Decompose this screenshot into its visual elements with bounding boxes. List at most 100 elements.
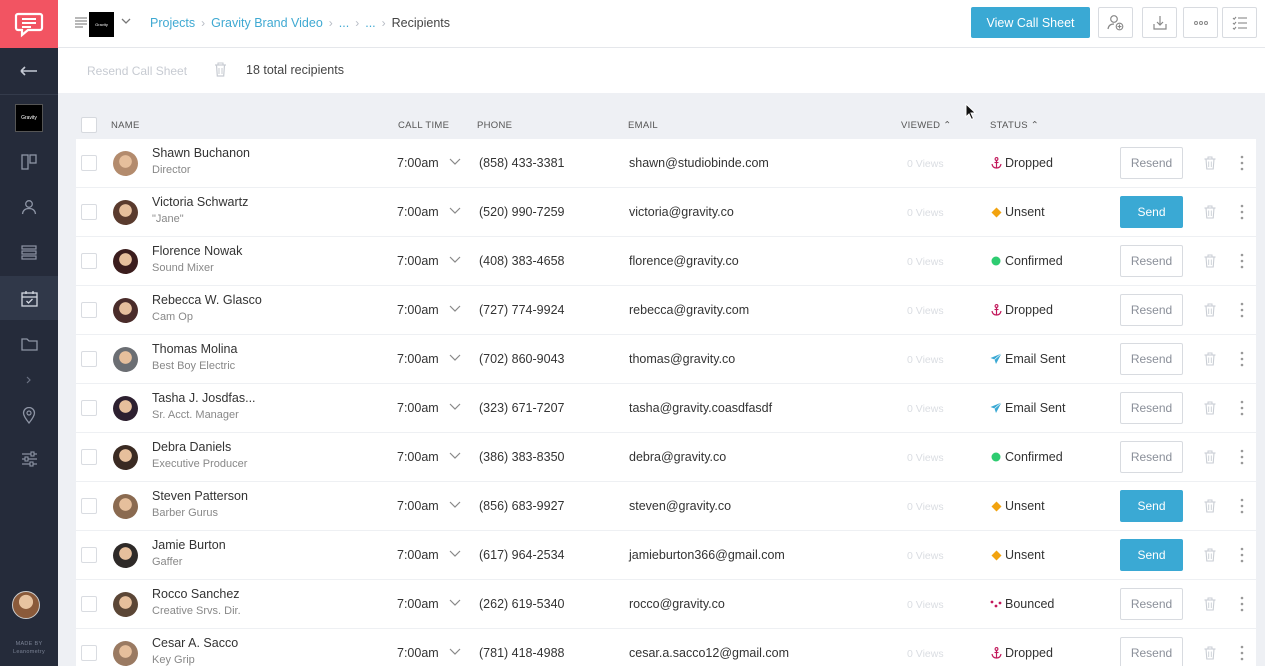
chevron-down-icon[interactable]	[121, 18, 131, 25]
calendar-icon[interactable]	[0, 276, 58, 320]
chevron-down-icon[interactable]	[449, 452, 461, 460]
resend-button[interactable]: Resend	[1120, 343, 1183, 375]
row-checkbox[interactable]	[81, 498, 97, 514]
chevron-down-icon[interactable]	[449, 354, 461, 362]
breadcrumb-projects[interactable]: Projects	[150, 16, 195, 30]
breadcrumb-project[interactable]: Gravity Brand Video	[211, 16, 323, 30]
table-row[interactable]: Jamie Burton Gaffer 7:00am (617) 964-253…	[76, 531, 1256, 580]
download-button[interactable]	[1142, 7, 1177, 38]
trash-icon[interactable]	[1204, 499, 1216, 513]
list-menu-icon[interactable]	[75, 17, 87, 28]
header-viewed[interactable]: VIEWED ⌃	[901, 120, 951, 131]
row-checkbox[interactable]	[81, 547, 97, 563]
resend-call-sheet-button[interactable]: Resend Call Sheet	[87, 64, 187, 78]
more-vertical-icon[interactable]	[1240, 302, 1244, 318]
send-button[interactable]: Send	[1120, 490, 1183, 522]
more-vertical-icon[interactable]	[1240, 155, 1244, 171]
row-checkbox[interactable]	[81, 204, 97, 220]
recipient-name[interactable]: Florence Nowak	[152, 244, 242, 258]
header-name[interactable]: NAME	[111, 120, 140, 131]
expand-chevron-icon[interactable]	[0, 366, 58, 394]
table-row[interactable]: Cesar A. Sacco Key Grip 7:00am (781) 418…	[76, 629, 1256, 666]
chevron-down-icon[interactable]	[449, 648, 461, 656]
trash-icon[interactable]	[1204, 597, 1216, 611]
back-arrow-icon[interactable]	[0, 49, 58, 93]
call-time[interactable]: 7:00am	[397, 205, 439, 219]
view-call-sheet-button[interactable]: View Call Sheet	[971, 7, 1090, 38]
project-logo[interactable]: Gravity	[89, 12, 114, 37]
recipient-name[interactable]: Debra Daniels	[152, 440, 231, 454]
table-row[interactable]: Debra Daniels Executive Producer 7:00am …	[76, 433, 1256, 482]
recipient-name[interactable]: Jamie Burton	[152, 538, 226, 552]
trash-icon[interactable]	[1204, 646, 1216, 660]
chevron-down-icon[interactable]	[449, 550, 461, 558]
call-time[interactable]: 7:00am	[397, 303, 439, 317]
row-checkbox[interactable]	[81, 449, 97, 465]
row-checkbox[interactable]	[81, 400, 97, 416]
more-vertical-icon[interactable]	[1240, 253, 1244, 269]
trash-icon[interactable]	[1204, 254, 1216, 268]
trash-icon[interactable]	[1204, 352, 1216, 366]
recipient-name[interactable]: Shawn Buchanon	[152, 146, 250, 160]
chevron-down-icon[interactable]	[449, 599, 461, 607]
recipient-name[interactable]: Victoria Schwartz	[152, 195, 248, 209]
send-button[interactable]: Send	[1120, 539, 1183, 571]
send-button[interactable]: Send	[1120, 196, 1183, 228]
table-row[interactable]: Thomas Molina Best Boy Electric 7:00am (…	[76, 335, 1256, 384]
trash-icon[interactable]	[1204, 450, 1216, 464]
table-row[interactable]: Steven Patterson Barber Gurus 7:00am (85…	[76, 482, 1256, 531]
folder-icon[interactable]	[0, 321, 58, 365]
sidebar-project-thumb[interactable]: Gravity	[0, 96, 58, 140]
resend-button[interactable]: Resend	[1120, 245, 1183, 277]
table-row[interactable]: Tasha J. Josdfas... Sr. Acct. Manager 7:…	[76, 384, 1256, 433]
call-time[interactable]: 7:00am	[397, 646, 439, 660]
more-vertical-icon[interactable]	[1240, 547, 1244, 563]
call-time[interactable]: 7:00am	[397, 450, 439, 464]
select-all-checkbox[interactable]	[81, 117, 97, 133]
recipient-name[interactable]: Tasha J. Josdfas...	[152, 391, 256, 405]
checklist-button[interactable]	[1222, 7, 1257, 38]
settings-sliders-icon[interactable]	[0, 437, 58, 481]
table-row[interactable]: Rebecca W. Glasco Cam Op 7:00am (727) 77…	[76, 286, 1256, 335]
resend-button[interactable]: Resend	[1120, 147, 1183, 179]
resend-button[interactable]: Resend	[1120, 392, 1183, 424]
board-icon[interactable]	[0, 140, 58, 184]
call-time[interactable]: 7:00am	[397, 597, 439, 611]
recipient-name[interactable]: Thomas Molina	[152, 342, 237, 356]
row-checkbox[interactable]	[81, 155, 97, 171]
resend-button[interactable]: Resend	[1120, 588, 1183, 620]
table-row[interactable]: Rocco Sanchez Creative Srvs. Dir. 7:00am…	[76, 580, 1256, 629]
more-options-button[interactable]	[1183, 7, 1218, 38]
call-time[interactable]: 7:00am	[397, 548, 439, 562]
chevron-down-icon[interactable]	[449, 305, 461, 313]
header-status[interactable]: STATUS ⌃	[990, 120, 1039, 131]
chevron-down-icon[interactable]	[449, 256, 461, 264]
chevron-down-icon[interactable]	[449, 403, 461, 411]
call-time[interactable]: 7:00am	[397, 401, 439, 415]
app-logo[interactable]	[0, 0, 58, 48]
breadcrumb-ellipsis-2[interactable]: ...	[365, 16, 375, 30]
resend-button[interactable]: Resend	[1120, 637, 1183, 666]
call-time[interactable]: 7:00am	[397, 499, 439, 513]
trash-icon[interactable]	[1204, 303, 1216, 317]
more-vertical-icon[interactable]	[1240, 596, 1244, 612]
row-checkbox[interactable]	[81, 302, 97, 318]
call-time[interactable]: 7:00am	[397, 254, 439, 268]
table-row[interactable]: Victoria Schwartz "Jane" 7:00am (520) 99…	[76, 188, 1256, 237]
chevron-down-icon[interactable]	[449, 158, 461, 166]
recipient-name[interactable]: Cesar A. Sacco	[152, 636, 238, 650]
resend-button[interactable]: Resend	[1120, 441, 1183, 473]
row-checkbox[interactable]	[81, 253, 97, 269]
trash-icon[interactable]	[214, 62, 227, 77]
more-vertical-icon[interactable]	[1240, 645, 1244, 661]
chevron-down-icon[interactable]	[449, 501, 461, 509]
header-email[interactable]: EMAIL	[628, 120, 658, 131]
recipient-name[interactable]: Rebecca W. Glasco	[152, 293, 262, 307]
trash-icon[interactable]	[1204, 156, 1216, 170]
row-checkbox[interactable]	[81, 645, 97, 661]
more-vertical-icon[interactable]	[1240, 449, 1244, 465]
trash-icon[interactable]	[1204, 205, 1216, 219]
resend-button[interactable]: Resend	[1120, 294, 1183, 326]
breadcrumb-ellipsis-1[interactable]: ...	[339, 16, 349, 30]
contacts-icon[interactable]	[0, 185, 58, 229]
